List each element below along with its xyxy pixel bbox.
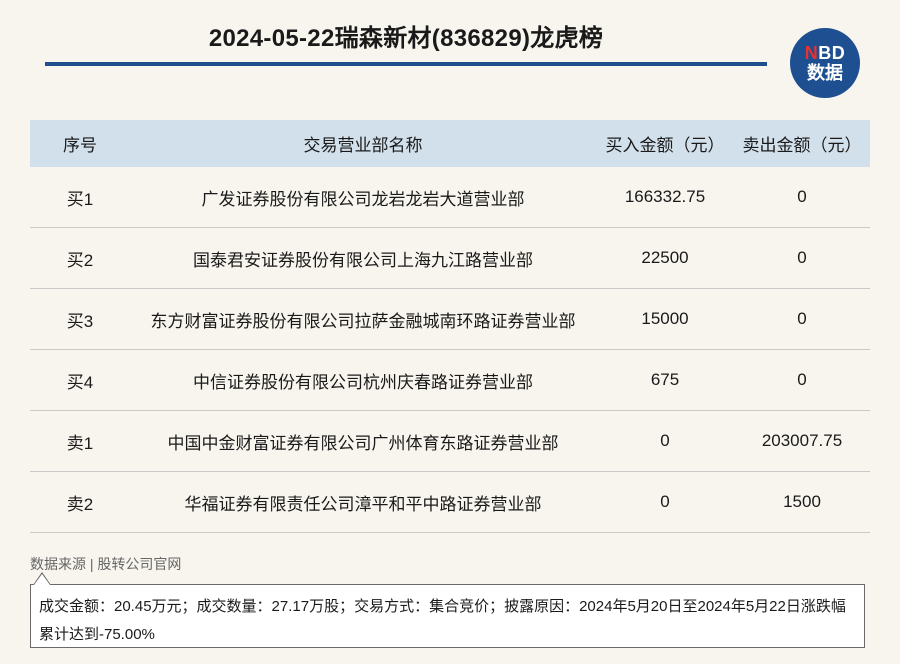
row-sell-amount: 0 bbox=[734, 227, 870, 289]
table-row: 买1 广发证券股份有限公司龙岩龙岩大道营业部 166332.75 0 bbox=[30, 167, 870, 228]
logo-text-top: NBD bbox=[805, 44, 846, 62]
row-seq: 买4 bbox=[30, 349, 130, 411]
row-sell-amount: 0 bbox=[734, 167, 870, 228]
row-sell-amount: 1500 bbox=[734, 471, 870, 533]
column-header-branch-name: 交易营业部名称 bbox=[130, 120, 596, 167]
dragon-tiger-table: 序号 交易营业部名称 买入金额（元） 卖出金额（元） 买1 广发证券股份有限公司… bbox=[30, 120, 870, 533]
column-header-sell-amount: 卖出金额（元） bbox=[734, 120, 870, 167]
row-seq: 买1 bbox=[30, 167, 130, 228]
row-buy-amount: 0 bbox=[596, 410, 734, 472]
row-buy-amount: 22500 bbox=[596, 227, 734, 289]
row-sell-amount: 0 bbox=[734, 349, 870, 411]
table-row: 卖1 中国中金财富证券有限公司广州体育东路证券营业部 0 203007.75 bbox=[30, 410, 870, 472]
logo-letter-n: N bbox=[804, 43, 819, 63]
row-buy-amount: 15000 bbox=[596, 288, 734, 350]
row-buy-amount: 0 bbox=[596, 471, 734, 533]
table-row: 买3 东方财富证券股份有限公司拉萨金融城南环路证券营业部 15000 0 bbox=[30, 288, 870, 350]
table-row: 买2 国泰君安证券股份有限公司上海九江路营业部 22500 0 bbox=[30, 227, 870, 289]
table-row: 卖2 华福证券有限责任公司漳平和平中路证券营业部 0 1500 bbox=[30, 471, 870, 533]
row-buy-amount: 675 bbox=[596, 349, 734, 411]
row-branch-name: 中国中金财富证券有限公司广州体育东路证券营业部 bbox=[130, 410, 596, 472]
logo-letters-bd: BD bbox=[818, 43, 846, 63]
row-seq: 卖2 bbox=[30, 471, 130, 533]
row-sell-amount: 0 bbox=[734, 288, 870, 350]
row-seq: 买2 bbox=[30, 227, 130, 289]
row-sell-amount: 203007.75 bbox=[734, 410, 870, 472]
row-seq: 卖1 bbox=[30, 410, 130, 472]
column-header-seq: 序号 bbox=[30, 120, 130, 167]
row-branch-name: 广发证券股份有限公司龙岩龙岩大道营业部 bbox=[130, 167, 596, 228]
page-title: 2024-05-22瑞森新材(836829)龙虎榜 bbox=[208, 25, 604, 52]
nbd-logo: NBD 数据 bbox=[790, 28, 860, 98]
table-header-row: 序号 交易营业部名称 买入金额（元） 卖出金额（元） bbox=[30, 120, 870, 167]
row-buy-amount: 166332.75 bbox=[596, 167, 734, 228]
logo-text-bottom: 数据 bbox=[807, 63, 843, 83]
row-branch-name: 国泰君安证券股份有限公司上海九江路营业部 bbox=[130, 227, 596, 289]
row-branch-name: 中信证券股份有限公司杭州庆春路证券营业部 bbox=[130, 349, 596, 411]
row-branch-name: 东方财富证券股份有限公司拉萨金融城南环路证券营业部 bbox=[130, 288, 596, 350]
title-underline bbox=[45, 62, 767, 66]
trade-summary-note: 成交金额：20.45万元；成交数量：27.17万股；交易方式：集合竞价；披露原因… bbox=[30, 584, 865, 648]
row-branch-name: 华福证券有限责任公司漳平和平中路证券营业部 bbox=[130, 471, 596, 533]
column-header-buy-amount: 买入金额（元） bbox=[596, 120, 734, 167]
table-row: 买4 中信证券股份有限公司杭州庆春路证券营业部 675 0 bbox=[30, 349, 870, 411]
data-source: 数据来源 | 股转公司官网 bbox=[30, 556, 182, 572]
row-seq: 买3 bbox=[30, 288, 130, 350]
note-pointer-fill bbox=[34, 574, 50, 585]
